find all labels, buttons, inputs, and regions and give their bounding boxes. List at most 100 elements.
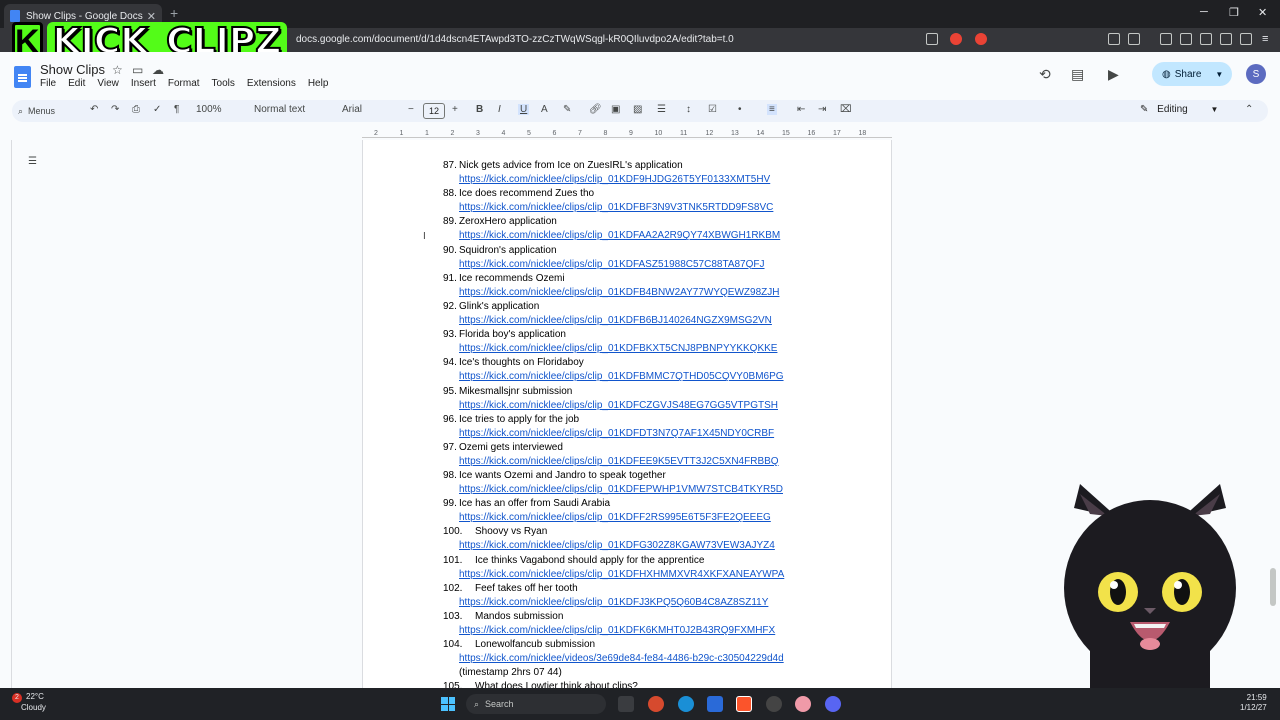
clear-format-icon[interactable]: ⌧ — [840, 104, 852, 115]
image-icon[interactable]: ▨ — [633, 104, 642, 115]
clip-link[interactable]: https://kick.com/nicklee/clips/clip_01KD… — [459, 259, 765, 270]
browser-menu-icon[interactable]: ≡ — [1262, 33, 1268, 45]
editing-mode-select[interactable]: ✎ Editing ▼ — [1140, 104, 1218, 115]
cloud-status-icon[interactable]: ☁ — [152, 63, 164, 77]
menu-help[interactable]: Help — [308, 78, 329, 89]
paint-format-icon[interactable]: ¶ — [174, 104, 179, 115]
system-clock[interactable]: 21:59 1/12/27 — [1240, 693, 1267, 713]
vpn-icon[interactable] — [1240, 33, 1252, 45]
share-button[interactable]: ◍ Share ▼ — [1152, 62, 1232, 86]
minimize-icon[interactable]: ─ — [1200, 6, 1208, 18]
undo-icon[interactable]: ↶ — [90, 104, 98, 115]
underline-icon[interactable]: U — [518, 104, 530, 115]
clip-link[interactable]: https://kick.com/nicklee/clips/clip_01KD… — [459, 428, 774, 439]
version-history-icon[interactable]: ⟲ — [1039, 66, 1051, 83]
sidebar-icon[interactable] — [1180, 33, 1192, 45]
clip-link[interactable]: https://kick.com/nicklee/videos/3e69de84… — [459, 653, 784, 664]
zoom-select[interactable]: 100% — [196, 104, 222, 115]
extension-icon-2[interactable] — [1128, 33, 1140, 45]
url-text[interactable]: docs.google.com/document/d/1d4dscn4ETAwp… — [296, 34, 734, 45]
wallet-icon[interactable] — [1200, 33, 1212, 45]
brave-shield-icon[interactable] — [950, 33, 962, 45]
style-select[interactable]: Normal text — [254, 104, 305, 115]
app-icon[interactable] — [766, 696, 782, 712]
clip-link[interactable]: https://kick.com/nicklee/clips/clip_01KD… — [459, 230, 780, 241]
clip-link[interactable]: https://kick.com/nicklee/clips/clip_01KD… — [459, 343, 777, 354]
avatar[interactable]: S — [1246, 64, 1266, 84]
menu-format[interactable]: Format — [168, 78, 200, 89]
increase-indent-icon[interactable]: ⇥ — [818, 104, 826, 115]
clip-link[interactable]: https://kick.com/nicklee/clips/clip_01KD… — [459, 597, 768, 608]
extension-icon-3[interactable] — [1220, 33, 1232, 45]
extension-badge-icon[interactable] — [975, 33, 987, 45]
star-icon[interactable]: ☆ — [112, 63, 123, 77]
app-icon-2[interactable] — [795, 696, 811, 712]
clip-link[interactable]: https://kick.com/nicklee/clips/clip_01KD… — [459, 400, 778, 411]
menus-search[interactable]: ⌕ Menus — [18, 103, 76, 119]
print-icon[interactable]: ⎙ — [132, 104, 140, 115]
media-icon[interactable] — [1160, 33, 1172, 45]
maximize-icon[interactable]: ❐ — [1229, 6, 1239, 19]
font-size-input[interactable]: 12 — [423, 103, 445, 119]
clip-link[interactable]: https://kick.com/nicklee/clips/clip_01KD… — [459, 174, 770, 185]
meet-icon[interactable]: ▶ — [1108, 66, 1119, 83]
document-page[interactable]: 87. Nick gets advice from Ice on ZuesIRL'… — [362, 140, 892, 688]
menu-edit[interactable]: Edit — [68, 78, 85, 89]
bullet-list-icon[interactable]: • — [738, 104, 742, 115]
copilot-icon[interactable] — [648, 696, 664, 712]
horizontal-ruler[interactable]: 2 1 1 2 3 4 5 6 7 8 9 10 11 12 13 14 15 16 17 18 — [362, 127, 892, 138]
line-spacing-icon[interactable]: ↕ — [686, 104, 691, 115]
clip-link[interactable]: https://kick.com/nicklee/clips/clip_01KD… — [459, 569, 784, 580]
font-select[interactable]: Arial — [342, 104, 362, 115]
taskbar-search[interactable]: ⌕ Search — [466, 694, 606, 714]
spellcheck-icon[interactable]: ✓ — [153, 104, 161, 115]
share-page-icon[interactable] — [926, 33, 938, 45]
menu-tools[interactable]: Tools — [212, 78, 235, 89]
clip-link[interactable]: https://kick.com/nicklee/clips/clip_01KD… — [459, 540, 775, 551]
clip-link[interactable]: https://kick.com/nicklee/clips/clip_01KD… — [459, 512, 771, 523]
menu-insert[interactable]: Insert — [131, 78, 156, 89]
store-icon[interactable] — [707, 696, 723, 712]
comment-icon[interactable]: ▣ — [611, 104, 620, 115]
task-view-icon[interactable] — [618, 696, 634, 712]
collapse-icon[interactable]: ⌃ — [1245, 104, 1253, 115]
weather-widget[interactable]: 2 22°C Cloudy — [12, 692, 46, 713]
checklist-icon[interactable]: ☑ — [708, 104, 717, 115]
discord-icon[interactable] — [825, 696, 841, 712]
chevron-down-icon[interactable]: ▼ — [1215, 70, 1223, 79]
clip-link[interactable]: https://kick.com/nicklee/clips/clip_01KD… — [459, 484, 783, 495]
decrease-font-icon[interactable]: − — [408, 104, 414, 115]
edge-icon[interactable] — [678, 696, 694, 712]
increase-font-icon[interactable]: + — [452, 104, 458, 115]
windows-start-icon[interactable] — [441, 697, 455, 711]
clip-link[interactable]: https://kick.com/nicklee/clips/clip_01KD… — [459, 287, 779, 298]
link-icon[interactable]: 🔗︎ — [589, 104, 602, 115]
numbered-list-icon[interactable]: ≡ — [767, 104, 777, 115]
redo-icon[interactable]: ↷ — [111, 104, 119, 115]
vertical-ruler[interactable] — [0, 140, 12, 688]
align-icon[interactable]: ☰ — [657, 104, 666, 115]
decrease-indent-icon[interactable]: ⇤ — [797, 104, 805, 115]
new-tab-icon[interactable]: + — [170, 5, 178, 21]
menu-view[interactable]: View — [97, 78, 119, 89]
clip-link[interactable]: https://kick.com/nicklee/clips/clip_01KD… — [459, 202, 773, 213]
clip-link[interactable]: https://kick.com/nicklee/clips/clip_01KD… — [459, 371, 784, 382]
scrollbar[interactable] — [1270, 568, 1276, 606]
italic-icon[interactable]: I — [498, 104, 501, 115]
move-folder-icon[interactable]: ▭ — [132, 63, 143, 77]
docs-home-icon[interactable] — [14, 66, 31, 88]
highlight-icon[interactable]: ✎ — [563, 104, 571, 115]
clip-link[interactable]: https://kick.com/nicklee/clips/clip_01KD… — [459, 625, 775, 636]
brave-icon[interactable] — [736, 696, 752, 712]
clip-link[interactable]: https://kick.com/nicklee/clips/clip_01KD… — [459, 315, 772, 326]
menu-extensions[interactable]: Extensions — [247, 78, 296, 89]
comments-icon[interactable]: ▤ — [1071, 66, 1084, 83]
document-outline-icon[interactable]: ☰ — [28, 156, 37, 167]
window-close-icon[interactable]: ✕ — [1258, 6, 1267, 19]
extension-icon[interactable] — [1108, 33, 1120, 45]
text-color-icon[interactable]: A — [541, 104, 548, 115]
document-title[interactable]: Show Clips — [40, 62, 105, 77]
menu-file[interactable]: File — [40, 78, 56, 89]
bold-icon[interactable]: B — [476, 104, 483, 115]
clip-link[interactable]: https://kick.com/nicklee/clips/clip_01KD… — [459, 456, 779, 467]
